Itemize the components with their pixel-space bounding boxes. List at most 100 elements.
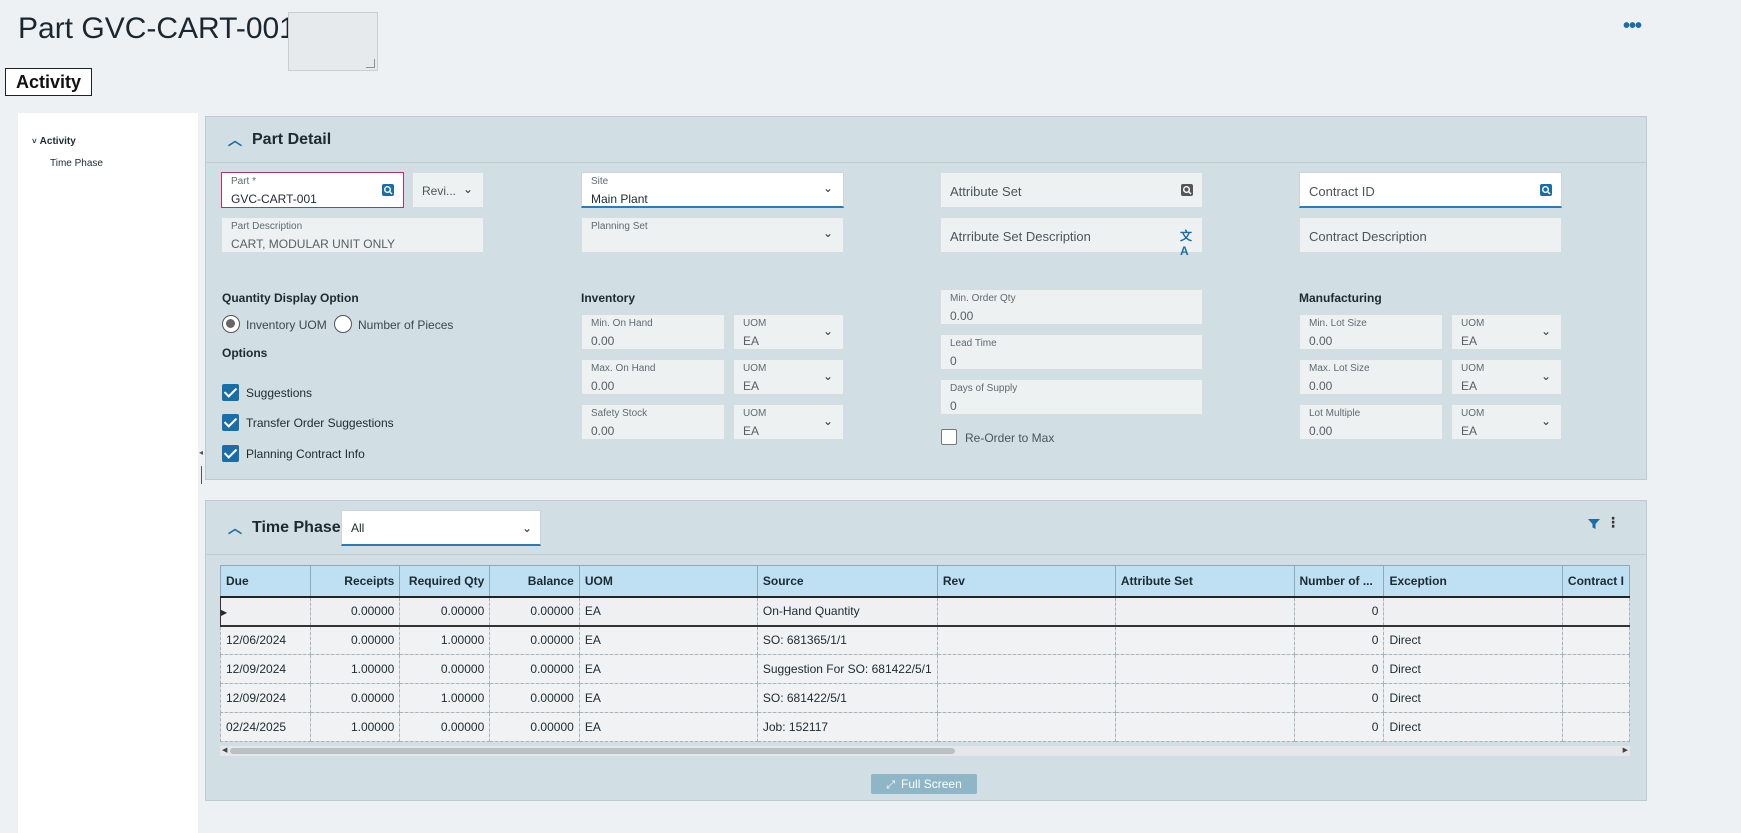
- cell-balance[interactable]: 0.00000: [489, 683, 580, 713]
- cell-number-of[interactable]: 0: [1293, 683, 1385, 713]
- cell-source[interactable]: Suggestion For SO: 681422/5/1: [756, 654, 938, 684]
- cell-exception[interactable]: Direct: [1383, 712, 1563, 742]
- cell-balance[interactable]: 0.00000: [489, 712, 580, 742]
- attribute-set-field[interactable]: Attribute Set: [940, 172, 1203, 208]
- cell-attribute-set[interactable]: [1114, 712, 1295, 742]
- cell-exception[interactable]: Direct: [1383, 683, 1563, 713]
- min-lot-size-field[interactable]: Min. Lot Size 0.00: [1299, 314, 1443, 350]
- reorder-to-max-checkbox[interactable]: [941, 429, 957, 445]
- cell-source[interactable]: SO: 681422/5/1: [756, 683, 938, 713]
- planning-set-select[interactable]: Planning Set ⌄: [581, 217, 844, 253]
- cell-attribute-set[interactable]: [1114, 625, 1295, 655]
- cell-uom[interactable]: EA: [578, 683, 758, 713]
- cell-exception[interactable]: Direct: [1383, 625, 1563, 655]
- cell-number-of[interactable]: 0: [1293, 625, 1385, 655]
- cell-attribute-set[interactable]: [1114, 596, 1295, 627]
- cell-receipts[interactable]: 0.00000: [309, 596, 401, 627]
- radio-inventory-uom[interactable]: [222, 315, 240, 333]
- max-on-hand-field[interactable]: Max. On Hand 0.00: [581, 359, 725, 395]
- part-field[interactable]: Part * GVC-CART-001: [221, 172, 404, 208]
- column-header-number-of[interactable]: Number of ...: [1293, 565, 1385, 598]
- cell-source[interactable]: On-Hand Quantity: [756, 596, 938, 627]
- cell-due[interactable]: 02/24/2025: [220, 712, 311, 742]
- scrollbar-thumb[interactable]: [230, 748, 955, 754]
- cell-receipts[interactable]: 0.00000: [309, 625, 401, 655]
- min-on-hand-field[interactable]: Min. On Hand 0.00: [581, 314, 725, 350]
- days-of-supply-field[interactable]: Days of Supply 0: [940, 379, 1203, 415]
- translate-icon[interactable]: 文A: [1180, 227, 1194, 258]
- cell-receipts[interactable]: 1.00000: [309, 712, 401, 742]
- cell-uom[interactable]: EA: [578, 654, 758, 684]
- column-header-attribute-set[interactable]: Attribute Set: [1114, 565, 1295, 598]
- kebab-menu-icon[interactable]: ⋮: [1606, 515, 1620, 529]
- cell-required-qty[interactable]: 0.00000: [399, 712, 491, 742]
- collapse-handle-icon[interactable]: ◂: [199, 448, 203, 457]
- column-header-source[interactable]: Source: [756, 565, 938, 598]
- contract-id-field[interactable]: Contract ID: [1299, 172, 1562, 208]
- table-row[interactable]: 12/09/2024 1.00000 0.00000 0.00000 EA Su…: [220, 654, 1630, 684]
- table-row[interactable]: 02/24/2025 1.00000 0.00000 0.00000 EA Jo…: [220, 712, 1630, 742]
- lot-multiple-field[interactable]: Lot Multiple 0.00: [1299, 404, 1443, 440]
- safety-stock-field[interactable]: Safety Stock 0.00: [581, 404, 725, 440]
- cell-due[interactable]: 12/09/2024: [220, 654, 311, 684]
- tab-activity[interactable]: Activity: [5, 68, 92, 96]
- cell-contract[interactable]: [1561, 596, 1630, 627]
- revision-select[interactable]: Revi... ⌄: [412, 172, 484, 208]
- column-header-balance[interactable]: Balance: [489, 565, 580, 598]
- suggestions-checkbox[interactable]: [222, 384, 239, 401]
- max-lot-size-field[interactable]: Max. Lot Size 0.00: [1299, 359, 1443, 395]
- lookup-icon[interactable]: [1180, 183, 1194, 197]
- cell-uom[interactable]: EA: [578, 596, 758, 627]
- cell-rev[interactable]: [936, 625, 1116, 655]
- column-header-required-qty[interactable]: Required Qty: [399, 565, 491, 598]
- column-header-exception[interactable]: Exception: [1383, 565, 1563, 598]
- scroll-right-icon[interactable]: ▶: [1623, 746, 1628, 754]
- cell-balance[interactable]: 0.00000: [489, 654, 580, 684]
- cell-due[interactable]: 12/09/2024: [220, 683, 311, 713]
- cell-exception[interactable]: Direct: [1383, 654, 1563, 684]
- safety-stock-uom-select[interactable]: UOM EA ⌄: [733, 404, 844, 440]
- cell-balance[interactable]: 0.00000: [489, 596, 580, 627]
- time-phase-filter-select[interactable]: All ⌄: [341, 510, 541, 546]
- column-header-contract[interactable]: Contract I: [1561, 565, 1630, 598]
- full-screen-button[interactable]: ⤢ Full Screen: [871, 774, 977, 794]
- min-on-hand-uom-select[interactable]: UOM EA ⌄: [733, 314, 844, 350]
- cell-contract[interactable]: [1561, 654, 1630, 684]
- max-lot-size-uom-select[interactable]: UOM EA ⌄: [1451, 359, 1562, 395]
- cell-due[interactable]: 12/06/2024: [220, 625, 311, 655]
- cell-rev[interactable]: [936, 654, 1116, 684]
- cell-required-qty[interactable]: 1.00000: [399, 683, 491, 713]
- tree-item-activity[interactable]: ˅ Activity: [32, 136, 76, 147]
- chevron-up-icon[interactable]: ︿: [228, 130, 242, 150]
- cell-number-of[interactable]: 0: [1293, 654, 1385, 684]
- lot-multiple-uom-select[interactable]: UOM EA ⌄: [1451, 404, 1562, 440]
- lookup-icon[interactable]: [1539, 183, 1553, 197]
- tree-item-time-phase[interactable]: Time Phase: [50, 158, 103, 169]
- cell-contract[interactable]: [1561, 683, 1630, 713]
- chevron-down-icon[interactable]: ˅: [32, 137, 37, 146]
- cell-uom[interactable]: EA: [578, 625, 758, 655]
- lookup-icon[interactable]: [381, 183, 395, 197]
- chevron-up-icon[interactable]: ︿: [228, 518, 242, 538]
- attribute-set-description-field[interactable]: Atrribute Set Description 文A: [940, 217, 1203, 258]
- cell-rev[interactable]: [936, 596, 1116, 627]
- cell-required-qty[interactable]: 1.00000: [399, 625, 491, 655]
- table-row[interactable]: 12/09/2024 0.00000 1.00000 0.00000 EA SO…: [220, 683, 1630, 713]
- cell-rev[interactable]: [936, 712, 1116, 742]
- radio-number-of-pieces[interactable]: [334, 315, 352, 333]
- min-lot-size-uom-select[interactable]: UOM EA ⌄: [1451, 314, 1562, 350]
- cell-required-qty[interactable]: 0.00000: [399, 654, 491, 684]
- lead-time-field[interactable]: Lead Time 0: [940, 334, 1203, 370]
- max-on-hand-uom-select[interactable]: UOM EA ⌄: [733, 359, 844, 395]
- cell-contract[interactable]: [1561, 712, 1630, 742]
- cell-source[interactable]: Job: 152117: [756, 712, 938, 742]
- cell-balance[interactable]: 0.00000: [489, 625, 580, 655]
- cell-rev[interactable]: [936, 683, 1116, 713]
- table-row[interactable]: ▶ 0.00000 0.00000 0.00000 EA On-Hand Qua…: [220, 596, 1630, 627]
- min-order-qty-field[interactable]: Min. Order Qty 0.00: [940, 289, 1203, 325]
- scroll-left-icon[interactable]: ◀: [222, 746, 227, 754]
- planning-contract-info-checkbox[interactable]: [222, 445, 239, 462]
- more-options-icon[interactable]: •••: [1620, 16, 1644, 40]
- column-header-rev[interactable]: Rev: [936, 565, 1116, 598]
- cell-receipts[interactable]: 1.00000: [309, 654, 401, 684]
